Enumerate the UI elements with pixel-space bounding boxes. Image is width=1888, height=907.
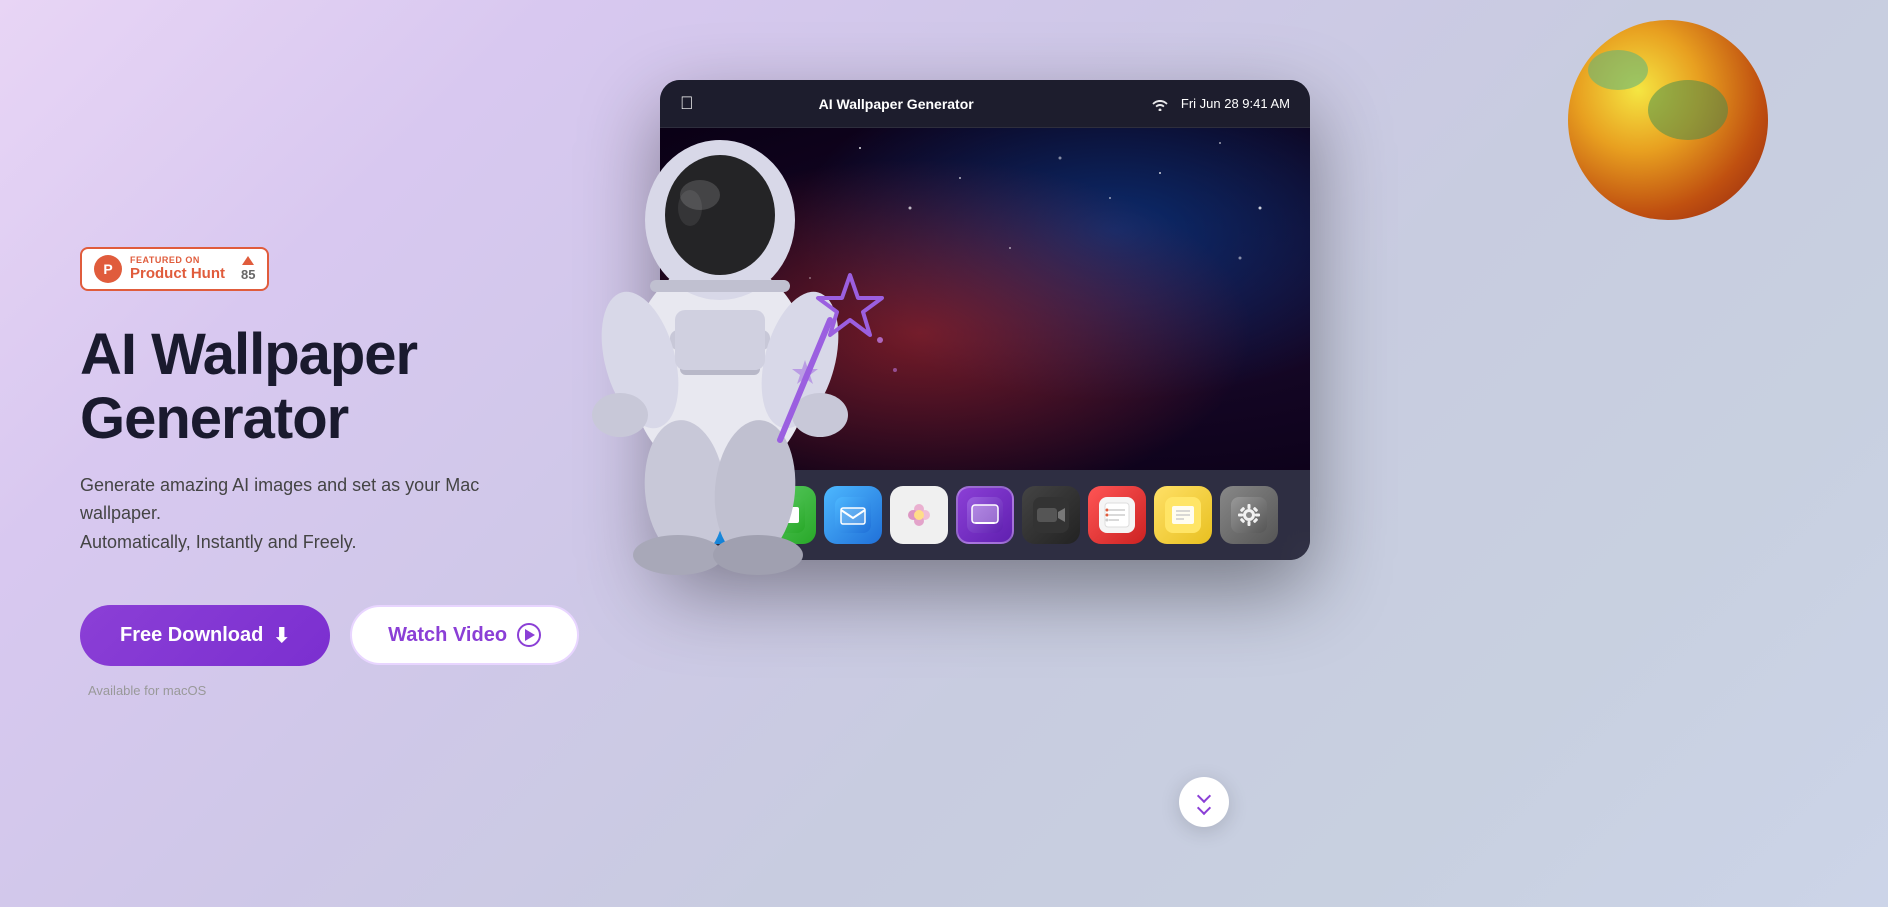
- mac-datetime: Fri Jun 28 9:41 AM: [1181, 96, 1290, 111]
- wallpaper-active-icon: [967, 497, 1003, 533]
- ph-product-name: Product Hunt: [130, 265, 225, 283]
- hero-container: P FEATURED ON Product Hunt 85 AI Wallpap…: [0, 0, 1888, 907]
- dock-icon-wallpaper-active[interactable]: [956, 486, 1014, 544]
- system-prefs-icon: [1231, 497, 1267, 533]
- notes-icon: [1165, 497, 1201, 533]
- dock-icon-notes[interactable]: [1154, 486, 1212, 544]
- download-button[interactable]: Free Download ⬇: [80, 605, 330, 666]
- scroll-chevrons: [1199, 791, 1209, 813]
- ph-votes-block: 85: [241, 256, 255, 282]
- hero-subtitle-line2: Automatically, Instantly and Freely.: [80, 532, 356, 552]
- ph-vote-count: 85: [241, 267, 255, 282]
- wifi-icon: [1151, 97, 1169, 111]
- watch-video-button[interactable]: Watch Video: [350, 605, 579, 665]
- download-icon: ⬇: [273, 623, 290, 648]
- play-triangle-icon: [525, 629, 535, 641]
- scroll-down-button[interactable]: [1179, 777, 1229, 827]
- video-icon: [1033, 497, 1069, 533]
- planet-decoration: [1568, 20, 1768, 220]
- ph-upvote-arrow: [242, 256, 254, 265]
- astronaut-image: [520, 60, 940, 580]
- ph-text-block: FEATURED ON Product Hunt: [130, 256, 225, 283]
- ph-logo-letter: P: [94, 255, 122, 283]
- dock-icon-reminders[interactable]: [1088, 486, 1146, 544]
- dock-icon-system-prefs[interactable]: [1220, 486, 1278, 544]
- product-hunt-badge[interactable]: P FEATURED ON Product Hunt 85: [80, 247, 269, 291]
- chevron-down-icon-2: [1197, 801, 1211, 815]
- watch-button-label: Watch Video: [388, 624, 507, 647]
- available-text: Available for macOS: [88, 683, 206, 698]
- play-circle-icon: [517, 623, 541, 647]
- download-button-label: Free Download: [120, 624, 263, 647]
- dock-icon-video[interactable]: [1022, 486, 1080, 544]
- mac-status-icons: Fri Jun 28 9:41 AM: [1151, 96, 1290, 111]
- hero-subtitle-line1: Generate amazing AI images and set as yo…: [80, 475, 479, 524]
- reminders-icon: [1099, 497, 1135, 533]
- astronaut-svg: [520, 60, 940, 580]
- hero-subtitle: Generate amazing AI images and set as yo…: [80, 471, 540, 557]
- cta-buttons: Free Download ⬇ Watch Video: [80, 605, 600, 666]
- ph-featured-label: FEATURED ON: [130, 256, 225, 265]
- right-content:  AI Wallpaper Generator Fri Jun 28 9:41…: [600, 0, 1808, 907]
